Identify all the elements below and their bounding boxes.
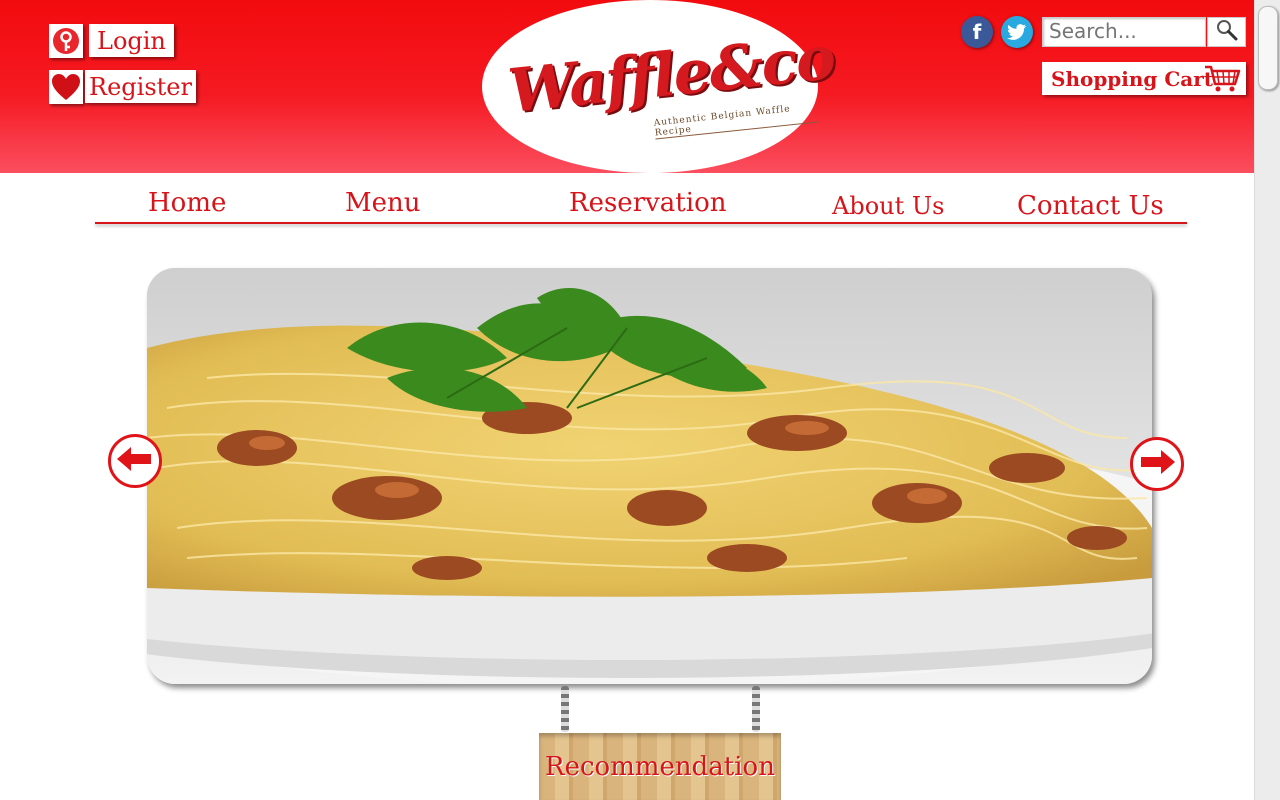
nav-item-reservation[interactable]: Reservation: [569, 188, 726, 218]
recommendation-sign[interactable]: Recommendation: [539, 733, 781, 800]
arrow-right-icon: [1137, 448, 1177, 480]
twitter-icon[interactable]: [1001, 16, 1033, 48]
facebook-icon[interactable]: f: [961, 16, 993, 48]
heart-icon: [49, 69, 83, 104]
slider-prev-button[interactable]: [108, 434, 162, 488]
search-icon: [1216, 19, 1238, 45]
nav-item-home[interactable]: Home: [148, 188, 226, 218]
sign-chain-left: [561, 686, 569, 732]
scrollbar[interactable]: [1254, 0, 1280, 800]
register-label: Register: [85, 70, 196, 103]
site-header: Login Register Waffle&co Authentic Belgi…: [0, 0, 1254, 173]
slider-next-button[interactable]: [1130, 437, 1184, 491]
scrollbar-thumb[interactable]: [1258, 6, 1278, 90]
search-button[interactable]: [1207, 17, 1246, 47]
nav-underline: [95, 222, 1187, 224]
nav-item-menu[interactable]: Menu: [345, 188, 421, 218]
cart-icon: [1204, 64, 1242, 98]
hero-slider-image: [147, 268, 1152, 684]
key-icon: [49, 23, 83, 58]
search-field[interactable]: [1042, 17, 1206, 47]
shopping-cart-button[interactable]: Shopping Cart: [1042, 62, 1246, 95]
sign-chain-right: [752, 686, 760, 732]
shopping-cart-label: Shopping Cart: [1051, 66, 1214, 91]
recommendation-label: Recommendation: [545, 751, 775, 782]
nav-item-contact-us[interactable]: Contact Us: [1017, 191, 1164, 221]
login-label: Login: [89, 24, 174, 57]
site-logo[interactable]: Waffle&co Authentic Belgian Waffle Recip…: [482, 0, 837, 173]
spaghetti-image: [147, 268, 1152, 684]
arrow-left-icon: [115, 445, 155, 477]
nav-item-about-us[interactable]: About Us: [832, 192, 944, 220]
register-button[interactable]: Register: [49, 69, 196, 104]
login-button[interactable]: Login: [49, 23, 174, 58]
search-input[interactable]: [1043, 18, 1205, 44]
